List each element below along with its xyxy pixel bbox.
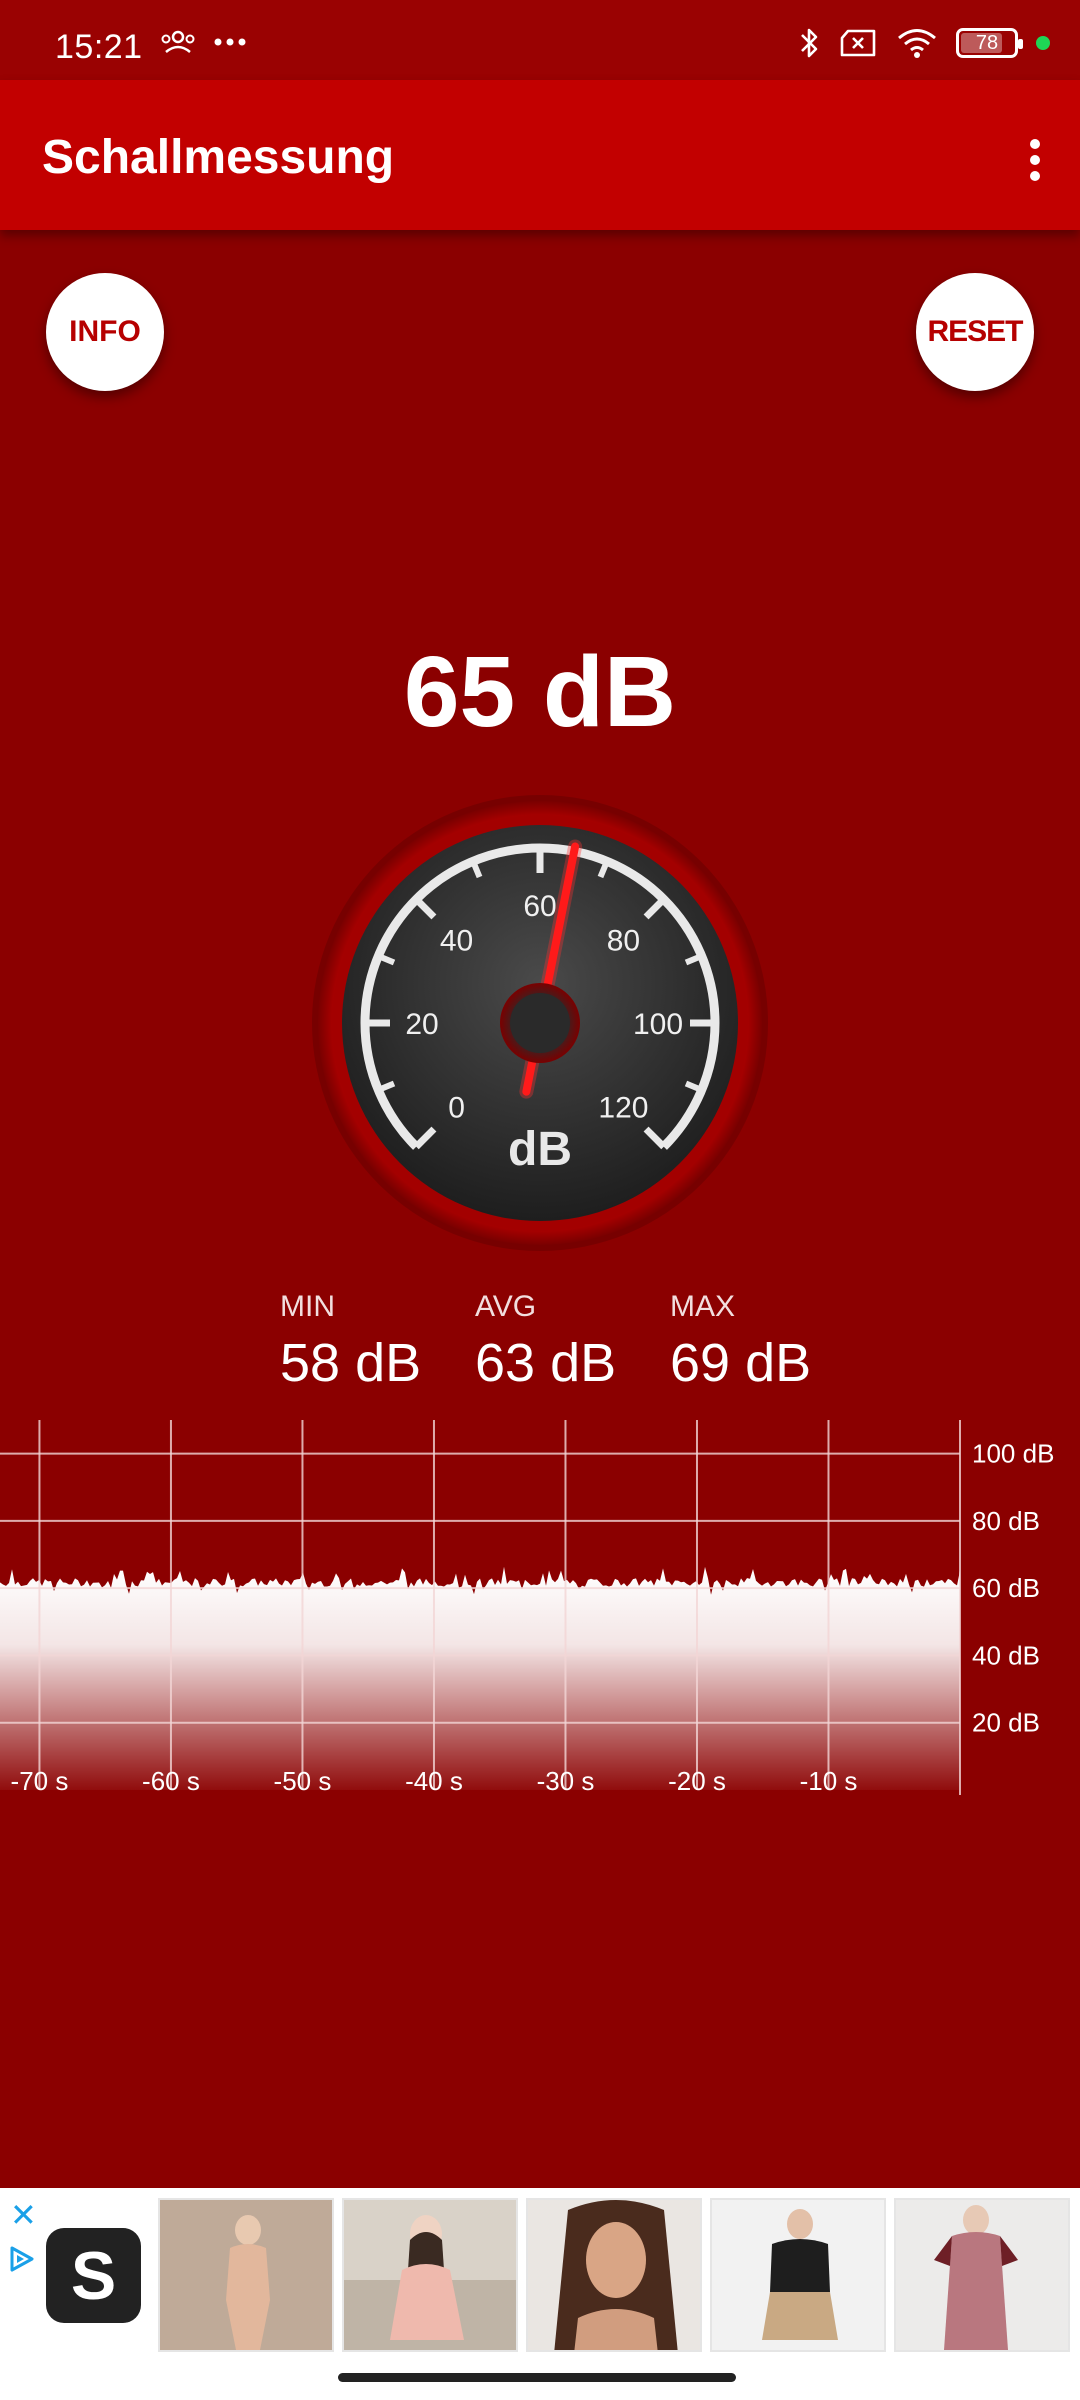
- gauge-tick-label: 80: [607, 925, 640, 958]
- battery-level: 78: [975, 31, 999, 54]
- more-notifications-icon: [214, 38, 246, 46]
- chart-y-tick-label: 60 dB: [972, 1573, 1040, 1603]
- stat-avg: AVG 63 dB: [475, 1290, 616, 1394]
- stat-min-label: MIN: [280, 1290, 335, 1323]
- chart-x-tick-label: -30 s: [537, 1766, 595, 1796]
- stat-max-value: 69 dB: [670, 1333, 812, 1393]
- privacy-indicator-dot: [1036, 36, 1050, 50]
- ad-choices-icon[interactable]: [6, 2244, 36, 2274]
- chart-x-tick-label: -20 s: [668, 1766, 726, 1796]
- app-title: Schallmessung: [42, 131, 395, 184]
- info-button[interactable]: INFO: [46, 273, 164, 391]
- chart-x-tick-label: -70 s: [11, 1766, 69, 1796]
- gauge-unit-label: dB: [508, 1123, 572, 1176]
- chart-x-tick-label: -40 s: [405, 1766, 463, 1796]
- level-history-chart: -70 s -60 s -50 s -40 s -30 s -20 s -10 s 100 …: [0, 1420, 1054, 1796]
- chart-y-tick-label: 80 dB: [972, 1506, 1040, 1536]
- gauge-tick-label: 100: [633, 1008, 683, 1041]
- sound-level-gauge: 0 20 40 60 80 100 120 dB: [312, 795, 768, 1251]
- current-level-readout: 65 dB: [403, 636, 677, 748]
- stat-min: MIN 58 dB: [280, 1290, 421, 1394]
- bluetooth-icon: [801, 28, 818, 58]
- stat-min-value: 58 dB: [280, 1333, 422, 1393]
- chart-y-tick-label: 100 dB: [972, 1439, 1054, 1469]
- reset-button[interactable]: RESET: [916, 273, 1034, 391]
- ad-product-image[interactable]: [710, 2198, 886, 2352]
- chart-x-tick-label: -50 s: [274, 1766, 332, 1796]
- more-vert-icon: [1030, 139, 1040, 181]
- wifi-icon: [898, 29, 936, 58]
- gauge-tick-label: 120: [598, 1091, 648, 1124]
- no-sim-icon: [840, 29, 876, 57]
- ad-product-image[interactable]: [526, 2198, 702, 2352]
- stat-avg-label: AVG: [475, 1290, 537, 1323]
- ad-close-icon[interactable]: ✕: [10, 2196, 37, 2234]
- gauge-tick-label: 20: [405, 1008, 438, 1041]
- ad-product-image[interactable]: [158, 2198, 334, 2352]
- stat-max: MAX 69 dB: [670, 1290, 811, 1394]
- status-bar: 15:21 78: [0, 0, 1080, 80]
- gauge-tick-label: 40: [440, 925, 473, 958]
- status-right-icons: 78: [798, 26, 1050, 60]
- chart-x-tick-label: -60 s: [142, 1766, 200, 1796]
- ad-product-image[interactable]: [894, 2198, 1070, 2352]
- ad-brand-logo[interactable]: S: [46, 2228, 141, 2323]
- home-indicator[interactable]: [338, 2373, 736, 2382]
- overflow-menu-button[interactable]: [990, 120, 1080, 200]
- ad-product-image[interactable]: [342, 2198, 518, 2352]
- app-bar: Schallmessung: [0, 80, 1080, 230]
- chart-x-tick-label: -10 s: [800, 1766, 858, 1796]
- stat-avg-value: 63 dB: [475, 1333, 617, 1393]
- ad-banner[interactable]: ✕ S: [0, 2188, 1080, 2358]
- group-icon: [161, 30, 195, 53]
- status-left-icons: [160, 30, 246, 54]
- status-time: 15:21: [55, 28, 143, 66]
- gauge-tick-label: 0: [448, 1091, 465, 1124]
- level-history-area: [0, 1566, 960, 1790]
- chart-y-tick-label: 20 dB: [972, 1708, 1040, 1738]
- chart-y-tick-label: 40 dB: [972, 1640, 1040, 1670]
- battery-indicator: 78: [956, 28, 1023, 58]
- gauge-tick-label: 60: [523, 890, 556, 923]
- stat-max-label: MAX: [670, 1290, 736, 1323]
